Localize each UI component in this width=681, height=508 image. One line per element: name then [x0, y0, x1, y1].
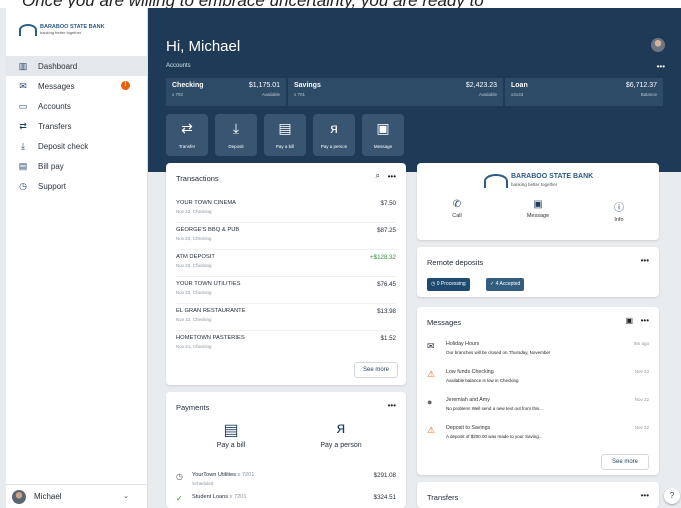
accounts-label: Accounts [166, 63, 191, 69]
check-icon: ✓ [176, 494, 183, 503]
overlay-caption: Once you are willing to embrace uncertai… [0, 0, 681, 8]
deposit-icon: ⤓ [21, 140, 25, 151]
accounts-icon: ▭ [18, 100, 28, 111]
remote-deposits-title: Remote deposits [427, 258, 484, 267]
phone-icon: ✆ [452, 199, 462, 210]
sidebar-item-messages[interactable]: ✉ Messages! [6, 76, 147, 96]
list-item[interactable]: ⚠ Low funds Checking Available balance is … [427, 367, 649, 393]
messages-title: Messages [427, 318, 462, 327]
deposit-icon: ⤓ [232, 120, 240, 136]
sidebar-item-support[interactable]: ◷ Support [6, 176, 147, 196]
sidebar-item-accounts[interactable]: ▭ Accounts [6, 96, 147, 116]
message-bank-button[interactable]: ▣ Message [508, 199, 568, 219]
payments-more-icon[interactable]: ••• [388, 401, 396, 410]
sidebar-item-dashboard[interactable]: ▥ Dashboard [6, 56, 147, 76]
warning-icon: ⚠ [427, 425, 436, 435]
account-header: Hi, Michael Accounts ••• Checking x 792 … [148, 8, 681, 172]
sidebar-item-deposit-check[interactable]: ⤓ Deposit check [6, 136, 147, 156]
table-row[interactable]: EL GRAN RESTAURANTE Nov 22, Checking $13.9… [176, 305, 396, 331]
accepted-badge[interactable]: ✓ 4 Accepted [486, 278, 525, 291]
transfer-icon: ⇄ [181, 120, 193, 136]
list-item[interactable]: ● Jeremiah and Amy No problem! Well send a… [427, 395, 649, 421]
mail-icon: ✉ [427, 341, 435, 351]
mail-icon: ✉ [19, 80, 27, 91]
warning-icon: ⚠ [427, 369, 436, 379]
table-row[interactable]: ATM DEPOSIT Nov 22, Checking +$128.32 [176, 251, 396, 277]
transactions-title: Transactions [176, 174, 219, 183]
help-button[interactable]: ? [664, 488, 680, 504]
messages-more-icon[interactable]: ••• [641, 316, 649, 325]
greeting: Hi, Michael [166, 38, 241, 55]
bill-icon: ▤ [278, 120, 292, 136]
pay-person-button[interactable]: ᴙ Pay a person [313, 114, 355, 156]
user-menu[interactable]: Michael ⌄ [6, 484, 147, 508]
deposit-button[interactable]: ⤓ Deposit [215, 114, 257, 156]
transactions-see-more-button[interactable]: See more [354, 362, 398, 378]
transfers-more-icon[interactable]: ••• [641, 491, 649, 500]
message-icon: ▣ [533, 199, 543, 210]
messages-see-more-button[interactable]: See more [601, 454, 649, 470]
table-row[interactable]: GEORGE'S BBQ & PUB Nov 22, Checking $87.25 [176, 224, 396, 250]
table-row[interactable]: YOUR TOWN UTILITIES Nov 22, Checking $76.4… [176, 278, 396, 304]
bank-logo[interactable]: BARABOO STATE BANK banking better togethe… [19, 22, 105, 38]
account-tile-savings[interactable]: Savings x 701 $2,423.23 Available [288, 78, 503, 106]
logo-mark-icon [484, 174, 508, 188]
remote-deposits-more-icon[interactable]: ••• [641, 256, 649, 265]
transfers-title: Transfers [427, 493, 459, 502]
info-button[interactable]: ⓘ Info [589, 199, 649, 223]
avatar [12, 489, 26, 504]
transactions-more-icon[interactable]: ••• [388, 172, 396, 181]
table-row[interactable]: HOMETOWN PASTERIES Nov 21, Checking $1.52 [176, 332, 396, 358]
transactions-card: Transactions ⌕ ••• YOUR TOWN CINEMA Nov 2… [166, 163, 406, 385]
person-icon: ᴙ [330, 120, 338, 136]
pay-bill-option[interactable]: ▤ Pay a bill [186, 420, 276, 449]
transfer-button[interactable]: ⇄ Transfer [166, 114, 208, 156]
list-item[interactable]: ✉ Holiday Hours Our branches will be close… [427, 339, 649, 365]
sidebar-nav: ▥ Dashboard ✉ Messages! ▭ Accounts ⇄ Transfe… [6, 56, 147, 196]
list-item[interactable]: ◷ YourTown Utilities x 7201 Scheduled $291.… [176, 470, 396, 492]
account-tile-checking[interactable]: Checking x 792 $1,175.01 Available [166, 78, 286, 106]
accounts-more-icon[interactable]: ••• [657, 62, 665, 71]
account-tile-loan[interactable]: Loan x3143 $6,712.37 Balance [505, 78, 663, 106]
call-button[interactable]: ✆ Call [427, 199, 487, 219]
avatar-icon: ● [427, 397, 433, 407]
messages-card: Messages ▣ ••• ✉ Holiday Hours Our branche… [417, 307, 659, 475]
remote-deposits-card: Remote deposits ••• ◷ 0 Processing ✓ 4 A… [417, 247, 659, 297]
messages-alert-badge: ! [121, 81, 130, 90]
logo-mark-icon [19, 24, 37, 36]
billpay-icon: ▤ [18, 160, 28, 171]
list-item[interactable]: ✓ Student Loans x 7201 $324.51 [176, 492, 396, 508]
processing-badge[interactable]: ◷ 0 Processing [427, 278, 470, 291]
user-avatar-icon[interactable] [651, 38, 665, 52]
dashboard-icon: ▥ [18, 60, 28, 71]
payments-title: Payments [176, 403, 210, 412]
person-icon: ᴙ [336, 420, 346, 437]
compose-icon[interactable]: ▣ [625, 316, 633, 325]
sidebar: BARABOO STATE BANK banking better togethe… [6, 8, 148, 508]
bank-logo-large: BARABOO STATE BANK banking better togethe… [484, 173, 593, 189]
payments-card: Payments ••• ▤ Pay a bill ᴙ Pay a person ◷… [166, 392, 406, 508]
pay-bill-button[interactable]: ▤ Pay a bill [264, 114, 306, 156]
bill-icon: ▤ [223, 422, 239, 439]
search-icon[interactable]: ⌕ [376, 171, 380, 181]
message-button[interactable]: ▣ Message [362, 114, 404, 156]
sidebar-item-transfers[interactable]: ⇄ Transfers [6, 116, 147, 136]
transfer-icon: ⇄ [19, 120, 27, 131]
sidebar-item-bill-pay[interactable]: ▤ Bill pay [6, 156, 147, 176]
table-row[interactable]: YOUR TOWN CINEMA Nov 22, Checking $7.50 [176, 197, 396, 223]
transfers-card: Transfers ••• [417, 482, 659, 508]
pay-person-option[interactable]: ᴙ Pay a person [296, 420, 386, 449]
message-icon: ▣ [376, 120, 390, 136]
support-icon: ◷ [19, 180, 27, 191]
contact-card: BARABOO STATE BANK banking better togethe… [417, 163, 659, 240]
chevron-down-icon: ⌄ [123, 493, 129, 500]
list-item[interactable]: ⚠ Deposit to Savings A deposit of $200.00 … [427, 423, 649, 449]
info-icon: ⓘ [614, 203, 624, 214]
clock-icon: ◷ [176, 472, 183, 481]
